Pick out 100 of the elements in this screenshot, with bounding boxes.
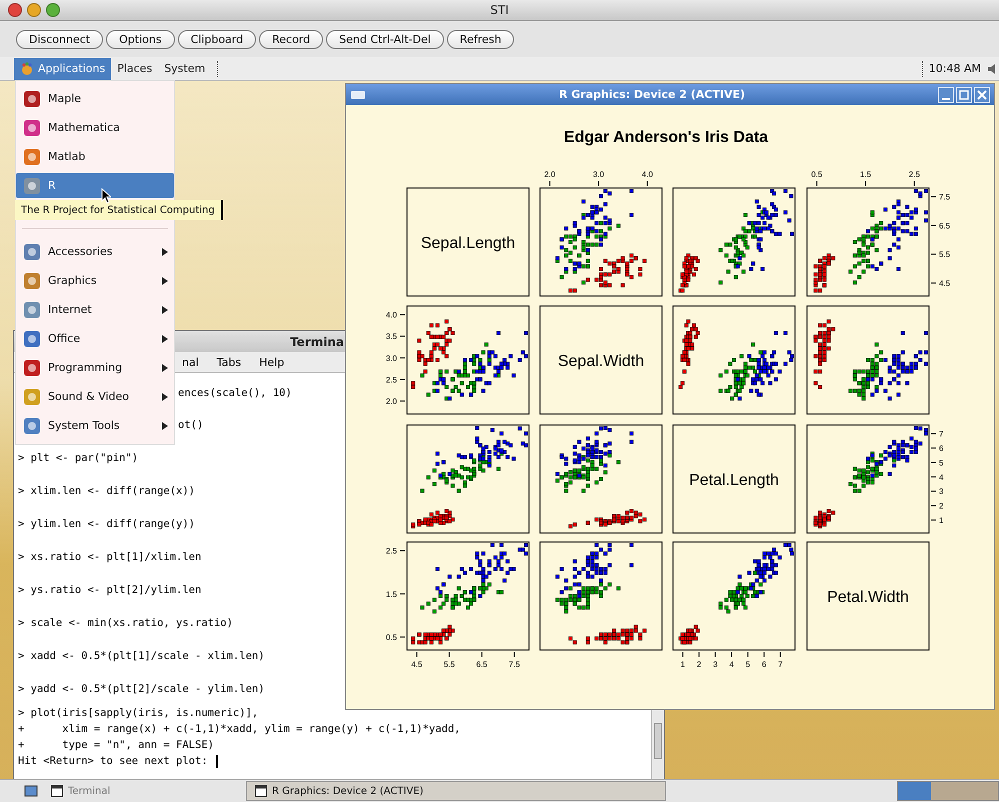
tick-label: 2 [939,502,944,511]
terminal-line: > scale <- min(xs.ratio, ys.ratio) [18,616,233,628]
tick-label: 6 [762,660,766,669]
workspace-switcher[interactable] [897,781,999,801]
terminal-line: ences(scale(), 10) [178,387,292,399]
window-icon [51,785,63,797]
tick-label: 3.0 [593,170,604,179]
menu-item[interactable]: Accessories [16,237,174,266]
tick-label: 5.5 [939,250,950,260]
toolbar-button[interactable]: Disconnect [16,30,104,48]
window-title: R Graphics: Device 2 (ACTIVE) [558,88,746,101]
window-menu-icon[interactable] [350,90,366,100]
variable-label: Sepal.Width [558,353,644,370]
terminal-line: > xadd <- 0.5*(plt[1]/scale - xlim.len) [18,650,265,662]
terminal-line: > plot(iris[sapply(iris, is.numeric)], [18,707,258,719]
menu-item[interactable]: Maple [16,84,174,113]
tick-label: 4 [939,472,944,482]
terminal-line: > xlim.len <- diff(range(x)) [18,484,196,496]
tooltip: The R Project for Statistical Computing [15,200,223,220]
tick-label: 4.0 [642,170,653,179]
plot-title: Edgar Anderson's Iris Data [564,129,768,146]
tick-label: 4 [729,660,734,669]
tick-label: 5 [746,660,750,669]
show-desktop-icon[interactable] [24,784,38,798]
menu-item[interactable]: Mathematica [16,113,174,142]
menu-item[interactable]: Programming [16,353,174,382]
app-icon [22,176,42,196]
panel-menu[interactable]: System [158,58,212,80]
tick-label: 0.5 [811,170,822,179]
tick-label: 2.5 [386,546,397,556]
toolbar-button[interactable]: Record [259,30,324,48]
variable-label: Petal.Length [689,472,779,489]
tick-label: 5 [939,458,944,468]
volume-icon[interactable] [987,62,997,76]
app-icon [22,300,42,320]
variable-label: Sepal.Length [420,235,516,252]
tick-label: 1.5 [386,590,397,599]
menu-item[interactable]: nal [182,356,199,368]
tick-label: 3.5 [386,332,397,342]
panel-menu[interactable]: Applications [14,58,112,80]
variable-label: Petal.Width [827,589,909,606]
tick-label: 4.0 [386,310,397,320]
menu-item[interactable]: R [16,173,174,198]
tick-label: 6 [939,444,944,454]
tick-label: 7.5 [508,660,520,669]
tick-label: 3 [713,660,718,669]
terminal-line: ot() [178,419,204,431]
foot-icon [20,62,34,76]
app-icon [22,88,42,108]
minimize-icon[interactable] [27,3,41,17]
tick-label: 2.5 [386,375,397,384]
app-icon [22,416,42,436]
tick-label: 7.5 [939,192,950,202]
terminal-line: > xs.ratio <- plt[1]/xlim.len [18,550,202,562]
menu-item[interactable]: Matlab [16,142,174,171]
text-cursor [216,754,218,768]
tick-label: 1.5 [860,170,872,179]
toolbar-button[interactable]: Refresh [446,30,514,48]
app-icon [22,118,42,138]
terminal-line: + xlim = range(x) + c(-1,1)*xadd, ylim = range(y) + c(-1,1)*yadd, [18,723,461,735]
mouse-pointer-icon [101,188,111,204]
tick-label: 5.5 [444,660,455,669]
menu-item[interactable]: System Tools [16,411,174,440]
tick-label: 2.0 [544,170,556,179]
app-icon [22,242,42,262]
tick-label: 2.5 [908,170,920,179]
tick-label: 2 [696,660,702,669]
terminal-line: + type = "n", ann = FALSE) [18,739,214,751]
tick-label: 1 [939,516,944,526]
toolbar-button[interactable]: Clipboard [178,30,256,48]
zoom-icon[interactable] [46,3,60,17]
tick-label: 1 [680,660,685,669]
tick-label: 6.5 [939,221,950,230]
menu-item[interactable]: Office [16,324,174,353]
app-icon [22,386,42,406]
app-icon [22,146,42,166]
tick-label: 7 [939,430,944,439]
close-icon[interactable] [8,3,22,17]
tick-label: 4.5 [411,660,422,669]
panel-menu[interactable]: Places [111,58,158,80]
taskbar-button[interactable]: R Graphics: Device 2 (ACTIVE) [246,781,666,801]
menu-item[interactable]: Tabs [216,356,242,368]
window-title: Termina [290,334,344,348]
menu-item[interactable]: Graphics [16,266,174,295]
menu-item[interactable]: Internet [16,295,174,324]
toolbar-button[interactable]: Send Ctrl-Alt-Del [326,30,444,48]
menu-item[interactable]: Help [259,356,284,368]
taskbar-button[interactable]: Terminal [42,781,242,801]
maximize-icon[interactable] [956,86,972,102]
scrollbar[interactable] [651,709,664,779]
terminal-line: > yadd <- 0.5*(plt[2]/scale - ylim.len) [18,682,265,694]
window-title: STI [490,3,509,17]
tick-label: 3 [939,487,944,496]
clock[interactable]: 10:48 AM [928,62,981,75]
terminal-line: Hit <Return> to see next plot: [18,755,208,767]
close-icon[interactable] [974,86,990,102]
terminal-line: > plt <- par("pin") [18,452,138,464]
minimize-icon[interactable] [938,86,954,102]
toolbar-button[interactable]: Options [106,30,175,48]
menu-item[interactable]: Sound & Video [16,382,174,411]
